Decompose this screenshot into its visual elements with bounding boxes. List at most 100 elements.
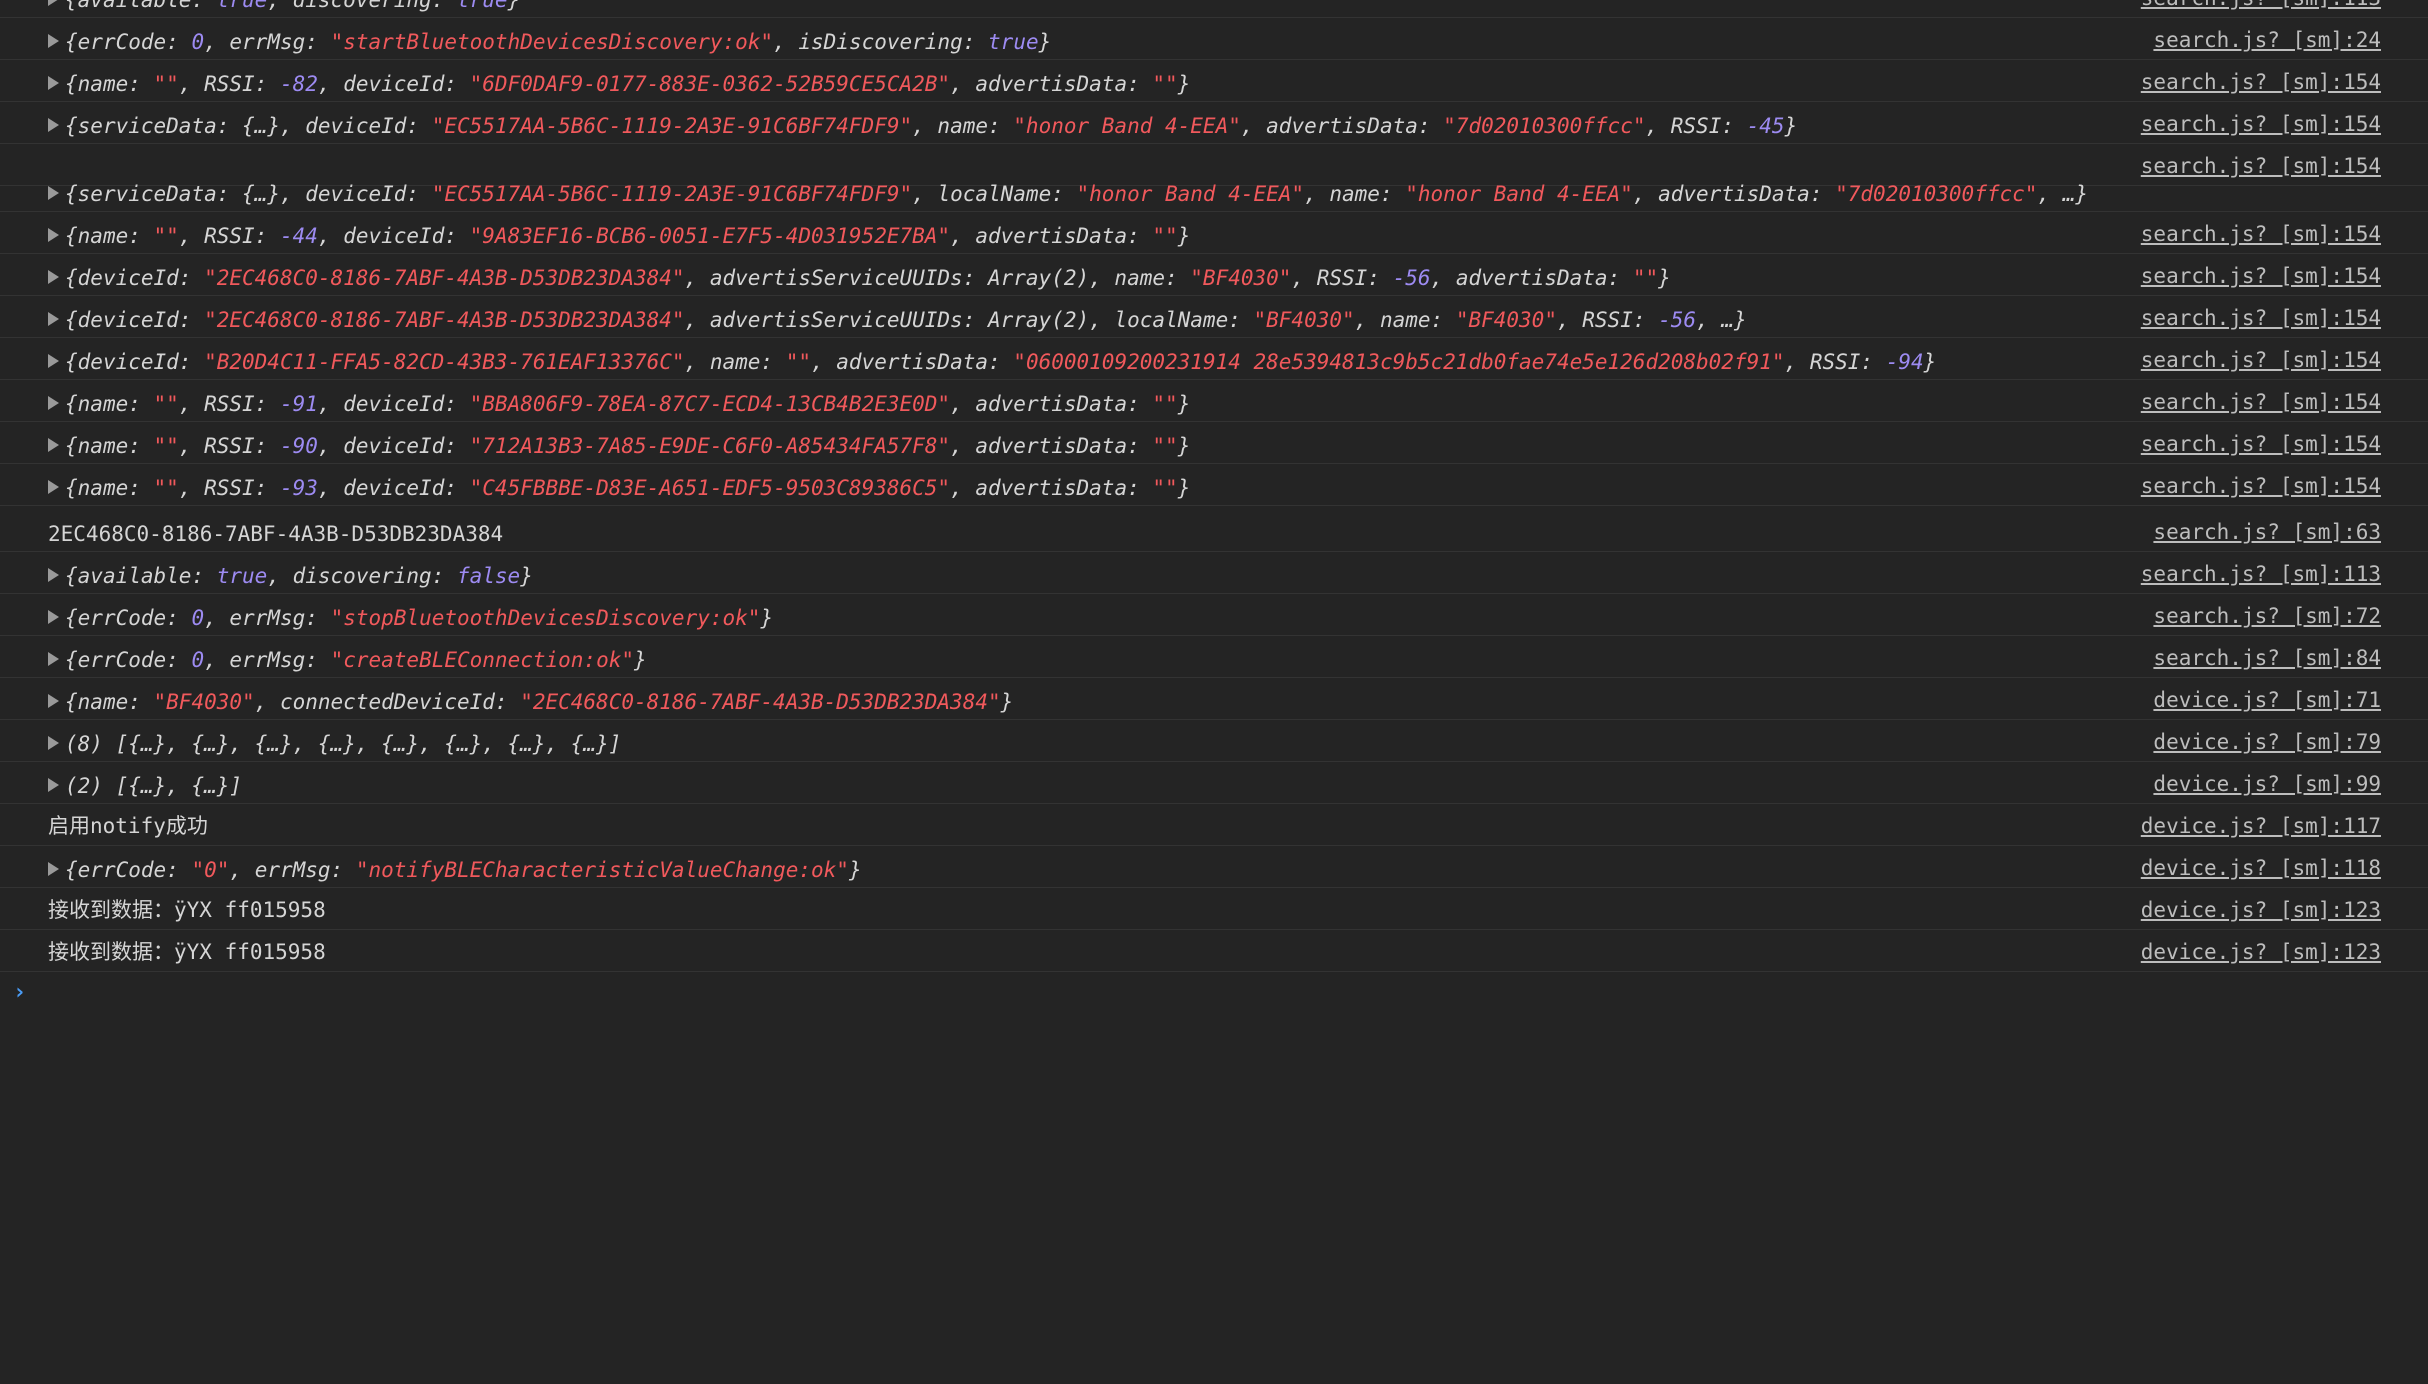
expand-triangle-icon[interactable] — [48, 396, 59, 410]
source-link[interactable]: device.js? [sm]:123 — [2141, 940, 2381, 964]
console-row[interactable]: {name: "", RSSI: -82, deviceId: "6DF0DAF… — [0, 60, 2428, 102]
expand-triangle-icon[interactable] — [48, 480, 59, 494]
console-row[interactable]: {deviceId: "2EC468C0-8186-7ABF-4A3B-D53D… — [0, 296, 2428, 338]
expand-triangle-icon[interactable] — [48, 228, 59, 242]
console-message[interactable]: {serviceData: {…}, deviceId: "EC5517AA-5… — [48, 114, 1797, 138]
expand-triangle-icon[interactable] — [48, 354, 59, 368]
console-row[interactable]: {deviceId: "2EC468C0-8186-7ABF-4A3B-D53D… — [0, 254, 2428, 296]
source-link[interactable]: search.js? [sm]:154 — [2141, 306, 2381, 330]
object-text: { — [65, 30, 78, 54]
console-row[interactable]: {name: "", RSSI: -91, deviceId: "BBA806F… — [0, 380, 2428, 422]
console-row[interactable]: {name: "", RSSI: -93, deviceId: "C45FBBB… — [0, 464, 2428, 506]
console-row[interactable]: {serviceData: {…}, deviceId: "EC5517AA-5… — [0, 102, 2428, 144]
console-message[interactable]: {available: true, discovering: true} — [48, 0, 520, 12]
console-message[interactable]: {deviceId: "2EC468C0-8186-7ABF-4A3B-D53D… — [48, 266, 1671, 290]
console-row[interactable]: {serviceData: {…}, deviceId: "EC5517AA-5… — [0, 182, 2428, 212]
expand-triangle-icon[interactable] — [48, 312, 59, 326]
console-message[interactable]: {errCode: "0", errMsg: "notifyBLECharact… — [48, 858, 862, 882]
source-link[interactable]: search.js? [sm]:154 — [2141, 70, 2381, 94]
console-row[interactable]: {errCode: 0, errMsg: "createBLEConnectio… — [0, 636, 2428, 678]
console-message[interactable]: {name: "", RSSI: -82, deviceId: "6DF0DAF… — [48, 72, 1190, 96]
object-text: deviceId: — [343, 392, 470, 416]
source-link[interactable]: device.js? [sm]:117 — [2141, 814, 2381, 838]
console-message[interactable]: {name: "", RSSI: -93, deviceId: "C45FBBB… — [48, 476, 1190, 500]
console-row[interactable]: {errCode: "0", errMsg: "notifyBLECharact… — [0, 846, 2428, 888]
console-row[interactable]: (2) [{…}, {…}] device.js? [sm]:99 — [0, 762, 2428, 804]
object-text: } — [1784, 114, 1798, 138]
expand-triangle-icon[interactable] — [48, 610, 59, 624]
expand-triangle-icon[interactable] — [48, 186, 59, 200]
expand-triangle-icon[interactable] — [48, 270, 59, 284]
console-message[interactable]: {name: "", RSSI: -91, deviceId: "BBA806F… — [48, 392, 1190, 416]
console-message[interactable]: (8) [{…}, {…}, {…}, {…}, {…}, {…}, {…}, … — [48, 732, 621, 756]
expand-triangle-icon[interactable] — [48, 0, 59, 6]
expand-triangle-icon[interactable] — [48, 736, 59, 750]
console-message: 2EC468C0-8186-7ABF-4A3B-D53DB23DA384 — [48, 522, 503, 546]
source-link[interactable]: device.js? [sm]:99 — [2153, 772, 2381, 796]
source-link[interactable]: search.js? [sm]:113 — [2141, 0, 2381, 10]
source-link[interactable]: device.js? [sm]:123 — [2141, 898, 2381, 922]
object-text: } — [760, 606, 774, 630]
object-text: , — [317, 434, 344, 458]
expand-triangle-icon[interactable] — [48, 652, 59, 666]
console-message[interactable]: {errCode: 0, errMsg: "startBluetoothDevi… — [48, 30, 1051, 54]
source-link[interactable]: search.js? [sm]:154 — [2141, 154, 2381, 178]
source-link[interactable]: search.js? [sm]:154 — [2141, 432, 2381, 456]
object-text: RSSI: — [204, 476, 280, 500]
console-row[interactable]: {deviceId: "B20D4C11-FFA5-82CD-43B3-761E… — [0, 338, 2428, 380]
expand-triangle-icon[interactable] — [48, 118, 59, 132]
console-prompt-icon[interactable]: › — [13, 980, 26, 1005]
object-text: errMsg: — [229, 30, 331, 54]
string-value: "" — [1152, 224, 1178, 248]
source-link[interactable]: device.js? [sm]:118 — [2141, 856, 2381, 880]
console-message[interactable]: {name: "BF4030", connectedDeviceId: "2EC… — [48, 690, 1013, 714]
console-message[interactable]: {name: "", RSSI: -90, deviceId: "712A13B… — [48, 434, 1190, 458]
source-link[interactable]: device.js? [sm]:79 — [2153, 730, 2381, 754]
object-text: , — [229, 858, 255, 882]
console-message[interactable]: (2) [{…}, {…}] — [48, 774, 242, 798]
expand-triangle-icon[interactable] — [48, 694, 59, 708]
console-row[interactable]: {name: "", RSSI: -44, deviceId: "9A83EF1… — [0, 212, 2428, 254]
expand-triangle-icon[interactable] — [48, 438, 59, 452]
console-message[interactable]: {serviceData: {…}, deviceId: "EC5517AA-5… — [48, 182, 2088, 206]
console-row[interactable]: {name: "BF4030", connectedDeviceId: "2EC… — [0, 678, 2428, 720]
expand-triangle-icon[interactable] — [48, 76, 59, 90]
source-link[interactable]: search.js? [sm]:154 — [2141, 474, 2381, 498]
console-row[interactable]: {available: true, discovering: false} sea… — [0, 552, 2428, 594]
source-link[interactable]: device.js? [sm]:71 — [2153, 688, 2381, 712]
literal-value: true — [456, 0, 508, 12]
string-value: "BF4030" — [1253, 308, 1355, 332]
object-text: advertisData: — [1455, 266, 1633, 290]
console-row[interactable]: {errCode: 0, errMsg: "stopBluetoothDevic… — [0, 594, 2428, 636]
source-link[interactable]: search.js? [sm]:154 — [2141, 264, 2381, 288]
source-link[interactable]: search.js? [sm]:154 — [2141, 222, 2381, 246]
console-message[interactable]: {deviceId: "2EC468C0-8186-7ABF-4A3B-D53D… — [48, 308, 1747, 332]
console-row[interactable]: {available: true, discovering: true} sear… — [0, 0, 2428, 18]
source-link[interactable]: search.js? [sm]:154 — [2141, 112, 2381, 136]
console-message[interactable]: {deviceId: "B20D4C11-FFA5-82CD-43B3-761E… — [48, 350, 1936, 374]
object-text: advertisData: — [975, 392, 1153, 416]
literal-value: 0 — [191, 648, 205, 672]
console-row[interactable]: {name: "", RSSI: -90, deviceId: "712A13B… — [0, 422, 2428, 464]
expand-triangle-icon[interactable] — [48, 568, 59, 582]
console-message[interactable]: {errCode: 0, errMsg: "stopBluetoothDevic… — [48, 606, 773, 630]
source-link[interactable]: search.js? [sm]:63 — [2153, 520, 2381, 544]
source-link[interactable]: search.js? [sm]:113 — [2141, 562, 2381, 586]
object-text: , — [810, 350, 837, 374]
console-message[interactable]: {name: "", RSSI: -44, deviceId: "9A83EF1… — [48, 224, 1190, 248]
object-text: advertisData: — [975, 434, 1153, 458]
literal-value: false — [456, 564, 521, 588]
console-message[interactable]: {available: true, discovering: false} — [48, 564, 533, 588]
source-link[interactable]: search.js? [sm]:24 — [2153, 28, 2381, 52]
expand-triangle-icon[interactable] — [48, 778, 59, 792]
object-text: deviceId: — [343, 224, 470, 248]
source-link[interactable]: search.js? [sm]:154 — [2141, 348, 2381, 372]
expand-triangle-icon[interactable] — [48, 862, 59, 876]
console-row[interactable]: (8) [{…}, {…}, {…}, {…}, {…}, {…}, {…}, … — [0, 720, 2428, 762]
expand-triangle-icon[interactable] — [48, 34, 59, 48]
console-row[interactable]: {errCode: 0, errMsg: "startBluetoothDevi… — [0, 18, 2428, 60]
source-link[interactable]: search.js? [sm]:154 — [2141, 390, 2381, 414]
source-link[interactable]: search.js? [sm]:84 — [2153, 646, 2381, 670]
source-link[interactable]: search.js? [sm]:72 — [2153, 604, 2381, 628]
console-message[interactable]: {errCode: 0, errMsg: "createBLEConnectio… — [48, 648, 647, 672]
